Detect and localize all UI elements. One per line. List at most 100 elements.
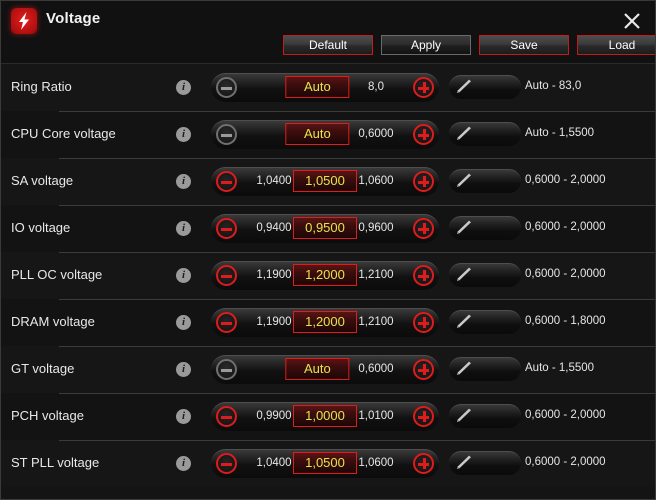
page-title: Voltage [46, 10, 101, 27]
value-range: 0,6000 - 2,0000 [525, 221, 606, 233]
value-range: 0,6000 - 2,0000 [525, 456, 606, 468]
value-stepper: 0,9400 0,9500 0,9600 [211, 214, 439, 243]
plus-icon[interactable] [413, 77, 434, 98]
info-icon[interactable]: i [176, 315, 191, 330]
info-icon[interactable]: i [176, 80, 191, 95]
row-label: PCH voltage [11, 408, 84, 423]
info-icon[interactable]: i [176, 221, 191, 236]
value-range: 0,6000 - 1,8000 [525, 315, 606, 327]
row-label: Ring Ratio [11, 79, 72, 94]
edit-pencil-button[interactable] [449, 357, 521, 381]
lightning-bolt-icon [11, 8, 37, 34]
apply-button[interactable]: Apply [381, 35, 471, 55]
value-stepper: 0,9900 1,0000 1,0100 [211, 402, 439, 431]
pencil-icon [457, 314, 471, 328]
minus-icon[interactable] [216, 453, 237, 474]
table-row: GT voltage i Auto 0,6000 Auto - 1,5500 [1, 346, 655, 393]
current-value-field[interactable]: Auto [285, 358, 350, 380]
pencil-icon [457, 455, 471, 469]
edit-pencil-button[interactable] [449, 310, 521, 334]
minus-icon [216, 359, 237, 380]
next-value: 0,9600 [358, 222, 394, 234]
edit-pencil-button[interactable] [449, 169, 521, 193]
voltage-settings-list: Ring Ratio i Auto 8,0 Auto - 83,0 CPU Core vo… [1, 64, 655, 487]
plus-icon[interactable] [413, 453, 434, 474]
minus-icon[interactable] [216, 171, 237, 192]
value-stepper: 1,1900 1,2000 1,2100 [211, 308, 439, 337]
info-icon[interactable]: i [176, 127, 191, 142]
minus-icon[interactable] [216, 218, 237, 239]
pencil-icon [457, 220, 471, 234]
value-range: Auto - 1,5500 [525, 127, 595, 139]
pencil-icon [457, 361, 471, 375]
pencil-icon [457, 408, 471, 422]
table-row: PCH voltage i 0,9900 1,0000 1,0100 0,6000 - 2… [1, 393, 655, 440]
value-stepper: 1,0400 1,0500 1,0600 [211, 167, 439, 196]
value-stepper: Auto 0,6000 [211, 355, 439, 384]
value-range: Auto - 83,0 [525, 80, 582, 92]
table-row: IO voltage i 0,9400 0,9500 0,9600 0,6000 - 2,… [1, 205, 655, 252]
next-value: 8,0 [368, 81, 384, 93]
row-label: GT voltage [11, 361, 75, 376]
table-row: Ring Ratio i Auto 8,0 Auto - 83,0 [1, 64, 655, 111]
edit-pencil-button[interactable] [449, 263, 521, 287]
plus-icon[interactable] [413, 124, 434, 145]
value-range: 0,6000 - 2,0000 [525, 409, 606, 421]
pencil-icon [457, 126, 471, 140]
plus-icon[interactable] [413, 265, 434, 286]
value-range: 0,6000 - 2,0000 [525, 268, 606, 280]
next-value: 1,2100 [358, 316, 394, 328]
row-label: IO voltage [11, 220, 71, 235]
next-value: 1,0600 [358, 175, 394, 187]
value-stepper: Auto 8,0 [211, 73, 439, 102]
row-label: PLL OC voltage [11, 267, 103, 282]
save-button[interactable]: Save [479, 35, 569, 55]
current-value-field[interactable]: Auto [285, 76, 350, 98]
info-icon[interactable]: i [176, 456, 191, 471]
pencil-icon [457, 79, 471, 93]
table-row: PLL OC voltage i 1,1900 1,2000 1,2100 0,6000 … [1, 252, 655, 299]
edit-pencil-button[interactable] [449, 122, 521, 146]
pencil-icon [457, 267, 471, 281]
minus-icon [216, 124, 237, 145]
plus-icon[interactable] [413, 171, 434, 192]
row-label: CPU Core voltage [11, 126, 116, 141]
plus-icon[interactable] [413, 218, 434, 239]
plus-icon[interactable] [413, 359, 434, 380]
minus-icon[interactable] [216, 312, 237, 333]
title-bar: Voltage Default Apply Save Load [1, 1, 655, 64]
edit-pencil-button[interactable] [449, 404, 521, 428]
header-action-buttons: Default Apply Save Load [283, 35, 655, 55]
info-icon[interactable]: i [176, 268, 191, 283]
value-stepper: 1,0400 1,0500 1,0600 [211, 449, 439, 478]
table-row: DRAM voltage i 1,1900 1,2000 1,2100 0,6000 - … [1, 299, 655, 346]
info-icon[interactable]: i [176, 362, 191, 377]
info-icon[interactable]: i [176, 409, 191, 424]
edit-pencil-button[interactable] [449, 75, 521, 99]
next-value: 1,2100 [358, 269, 394, 281]
pencil-icon [457, 173, 471, 187]
minus-icon [216, 77, 237, 98]
value-stepper: 1,1900 1,2000 1,2100 [211, 261, 439, 290]
plus-icon[interactable] [413, 406, 434, 427]
close-icon[interactable] [619, 8, 645, 34]
minus-icon[interactable] [216, 406, 237, 427]
table-row: SA voltage i 1,0400 1,0500 1,0600 0,6000 - 2,… [1, 158, 655, 205]
value-range: Auto - 1,5500 [525, 362, 595, 374]
load-button[interactable]: Load [577, 35, 655, 55]
next-value: 0,6000 [358, 128, 394, 140]
row-label: DRAM voltage [11, 314, 95, 329]
voltage-window: Voltage Default Apply Save Load Ring Rat… [0, 0, 656, 500]
info-icon[interactable]: i [176, 174, 191, 189]
table-row: CPU Core voltage i Auto 0,6000 Auto - 1,5500 [1, 111, 655, 158]
row-label: ST PLL voltage [11, 455, 100, 470]
minus-icon[interactable] [216, 265, 237, 286]
plus-icon[interactable] [413, 312, 434, 333]
next-value: 1,0100 [358, 410, 394, 422]
edit-pencil-button[interactable] [449, 451, 521, 475]
default-button[interactable]: Default [283, 35, 373, 55]
table-row: ST PLL voltage i 1,0400 1,0500 1,0600 0,6000 … [1, 440, 655, 487]
value-range: 0,6000 - 2,0000 [525, 174, 606, 186]
current-value-field[interactable]: Auto [285, 123, 350, 145]
edit-pencil-button[interactable] [449, 216, 521, 240]
